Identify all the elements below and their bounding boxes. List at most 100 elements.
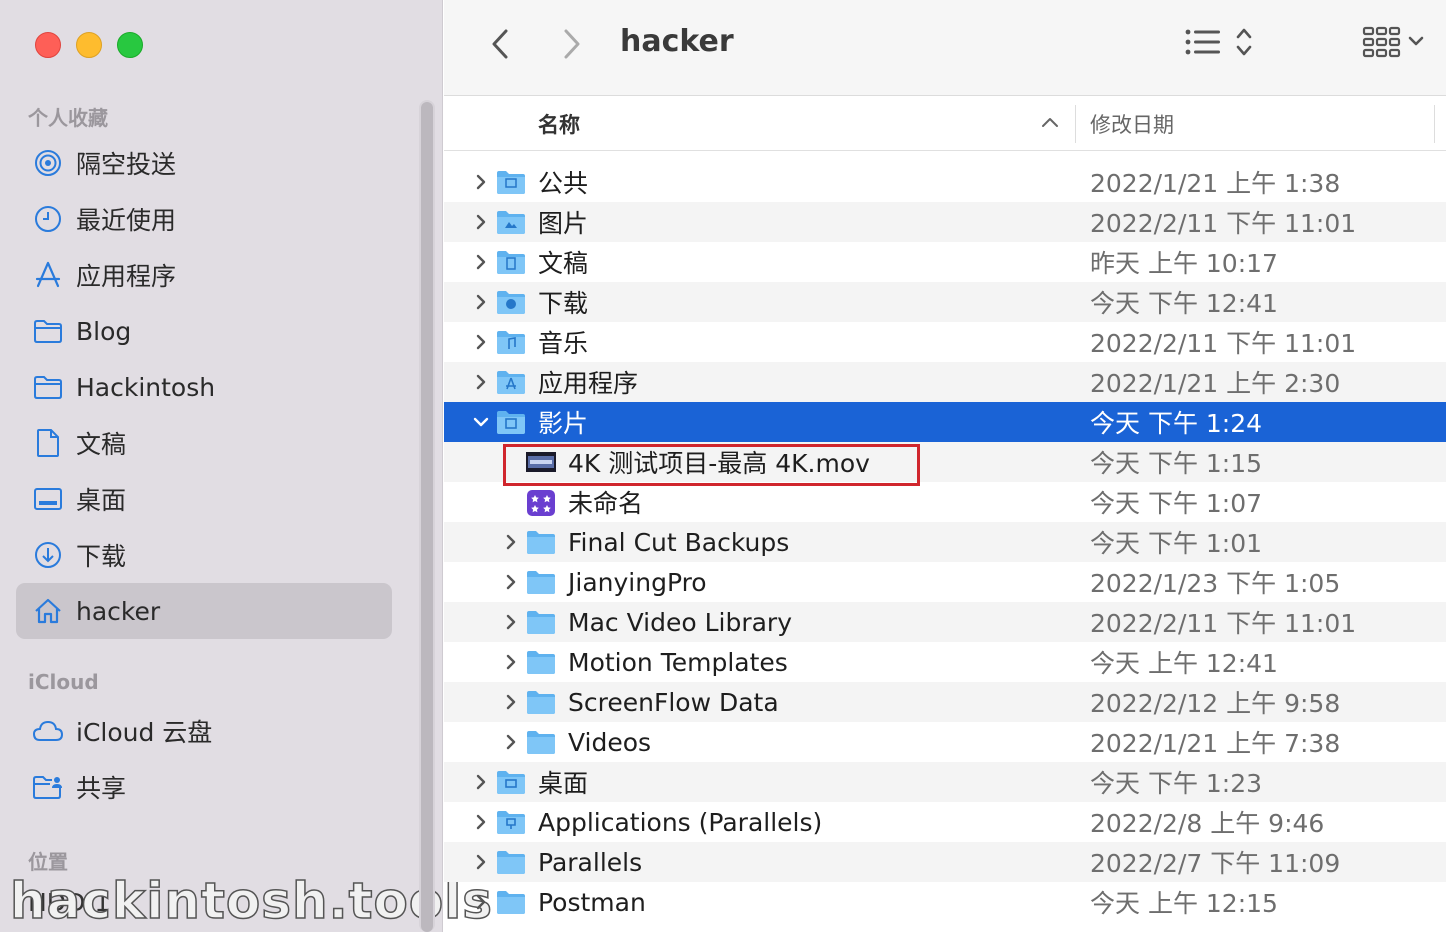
file-date: 今天 下午 1:24 [1090,409,1263,438]
sidebar-item-label: Blog [76,316,132,346]
file-name: 公共 [538,169,589,198]
toolbar: hacker [444,0,1446,96]
sidebar-item-label: Hackintosh [76,372,216,402]
column-divider[interactable] [1434,105,1435,143]
file-row[interactable]: 图片 2022/2/11 下午 11:01 [444,202,1446,242]
sidebar-item-label: hacker [76,596,161,626]
applications-icon [32,259,64,291]
file-list: 公共 2022/1/21 上午 1:38 图片 2022/2/11 下午 11:01 文… [444,162,1446,922]
file-name: Parallels [538,847,643,877]
file-date: 今天 上午 12:15 [1090,889,1278,918]
disclosure-collapsed-icon[interactable] [472,893,490,911]
disclosure-collapsed-icon[interactable] [502,653,520,671]
file-name: Videos [568,727,652,757]
view-mode-button[interactable] [1184,22,1254,62]
file-row[interactable]: Applications (Parallels) 2022/2/8 上午 9:46 [444,802,1446,842]
file-date: 今天 上午 12:41 [1090,649,1278,678]
document-icon [32,427,64,459]
file-row[interactable]: Postman 今天 上午 12:15 [444,882,1446,922]
home-icon [32,595,64,627]
sidebar-item-blog[interactable]: Blog [16,303,392,359]
download-icon [32,539,64,571]
file-date: 昨天 上午 10:17 [1090,249,1278,278]
sidebar-item-shared[interactable]: 共享 [16,759,392,815]
disclosure-collapsed-icon[interactable] [472,173,490,191]
file-row[interactable]: 文稿 昨天 上午 10:17 [444,242,1446,282]
forward-button[interactable] [552,24,592,64]
file-row[interactable]: 下载 今天 下午 12:41 [444,282,1446,322]
column-divider[interactable] [1075,105,1076,143]
close-button[interactable] [35,32,61,58]
sidebar-item-label: 最近使用 [76,206,177,235]
file-row[interactable]: Motion Templates 今天 上午 12:41 [444,642,1446,682]
disclosure-expanded-icon[interactable] [472,413,490,431]
column-header: 名称 修改日期 [444,97,1446,151]
file-row[interactable]: 影片 今天 下午 1:24 [444,402,1446,442]
sidebar-item-downloads[interactable]: 下载 [16,527,392,583]
sidebar-item-desktop[interactable]: 桌面 [16,471,392,527]
grid-icon [1362,26,1401,58]
file-name: Mac Video Library [568,607,792,637]
locations-header: 位置 [28,850,68,874]
disclosure-collapsed-icon[interactable] [472,253,490,271]
column-date-header[interactable]: 修改日期 [1090,109,1174,139]
disclosure-collapsed-icon[interactable] [472,853,490,871]
group-button[interactable] [1362,22,1426,62]
disclosure-collapsed-icon[interactable] [502,613,520,631]
sidebar-item-icloud-drive[interactable]: iCloud 云盘 [16,703,392,759]
file-row[interactable]: 应用程序 2022/1/21 上午 2:30 [444,362,1446,402]
disclosure-collapsed-icon[interactable] [502,533,520,551]
file-row[interactable]: Parallels 2022/2/7 下午 11:09 [444,842,1446,882]
sidebar-item-airdrop[interactable]: 隔空投送 [16,135,392,191]
disclosure-collapsed-icon[interactable] [502,693,520,711]
file-row[interactable]: Mac Video Library 2022/2/11 下午 11:01 [444,602,1446,642]
file-row[interactable]: 桌面 今天 下午 1:23 [444,762,1446,802]
file-row[interactable]: 公共 2022/1/21 上午 1:38 [444,162,1446,202]
file-row[interactable]: Final Cut Backups 今天 下午 1:01 [444,522,1446,562]
file-row[interactable]: ScreenFlow Data 2022/2/12 上午 9:58 [444,682,1446,722]
disclosure-collapsed-icon[interactable] [472,773,490,791]
desktop-icon [32,483,64,515]
folder-icon [496,169,526,195]
zoom-button[interactable] [117,32,143,58]
sidebar-item-recents[interactable]: 最近使用 [16,191,392,247]
disclosure-collapsed-icon[interactable] [472,293,490,311]
disclosure-collapsed-icon[interactable] [472,333,490,351]
file-name: Final Cut Backups [568,527,790,557]
file-date: 2022/1/23 下午 1:05 [1090,569,1341,598]
sidebar-item-label: 共享 [76,774,127,803]
annotation-highlight-box [503,444,920,486]
sidebar-item-documents[interactable]: 文稿 [16,415,392,471]
sidebar-item-hacker[interactable]: hacker [16,583,392,639]
file-date: 2022/2/8 上午 9:46 [1090,809,1325,838]
file-row[interactable]: JianyingPro 2022/1/23 下午 1:05 [444,562,1446,602]
folder-icon [496,249,526,275]
disclosure-collapsed-icon[interactable] [472,373,490,391]
sidebar-item-applications[interactable]: 应用程序 [16,247,392,303]
disclosure-collapsed-icon[interactable] [502,573,520,591]
file-date: 2022/2/11 下午 11:01 [1090,209,1357,238]
column-name-header[interactable]: 名称 [538,109,580,139]
disclosure-collapsed-icon[interactable] [472,813,490,831]
minimize-button[interactable] [76,32,102,58]
file-date: 2022/1/21 上午 1:38 [1090,169,1341,198]
folder-icon [496,889,526,915]
chevron-down-icon [1408,36,1424,46]
disclosure-collapsed-icon[interactable] [472,213,490,231]
folder-icon [496,769,526,795]
file-row[interactable]: 音乐 2022/2/11 下午 11:01 [444,322,1446,362]
file-name: JianyingPro [568,567,707,597]
file-date: 今天 下午 1:07 [1090,489,1263,518]
sidebar-item-hackintosh[interactable]: Hackintosh [16,359,392,415]
final-cut-library-icon [526,489,556,516]
sidebar-item-label: 下载 [76,542,127,571]
folder-icon [526,649,556,675]
folder-icon [496,289,526,315]
sort-updown-icon [1236,28,1252,56]
file-row[interactable]: Videos 2022/1/21 上午 7:38 [444,722,1446,762]
folder-icon [496,849,526,875]
file-row[interactable]: 未命名 今天 下午 1:07 [444,482,1446,522]
sidebar-scroll-thumb[interactable] [421,102,433,932]
back-button[interactable] [480,24,520,64]
disclosure-collapsed-icon[interactable] [502,733,520,751]
